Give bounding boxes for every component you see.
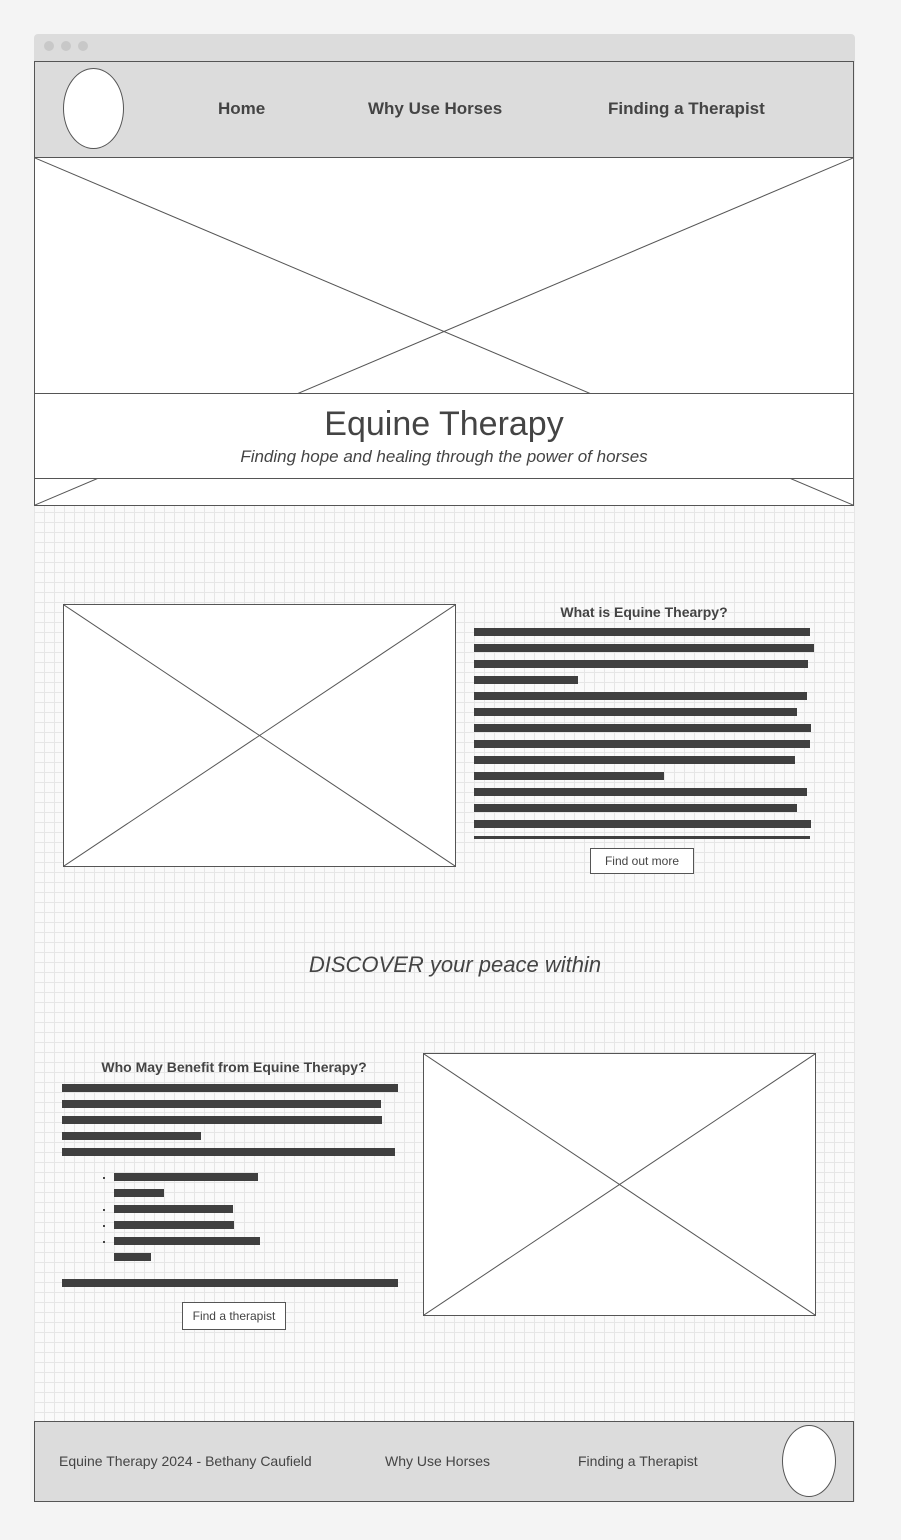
text-line	[62, 1132, 201, 1140]
bullet-icon	[103, 1209, 105, 1211]
text-line	[474, 644, 814, 652]
hero-subtitle: Finding hope and healing through the pow…	[240, 447, 648, 466]
find-out-more-button[interactable]: Find out more	[590, 848, 694, 874]
what-heading: What is Equine Thearpy?	[560, 604, 728, 620]
text-line	[474, 660, 808, 668]
nav-why-use-horses[interactable]: Why Use Horses	[368, 99, 502, 119]
benefit-heading: Who May Benefit from Equine Therapy?	[101, 1059, 367, 1075]
footer-copyright: Equine Therapy 2024 - Bethany Caufield	[59, 1453, 312, 1469]
minimize-dot[interactable]	[61, 41, 71, 51]
text-line	[62, 1279, 398, 1287]
benefit-image-placeholder	[423, 1053, 816, 1316]
text-line	[62, 1148, 395, 1156]
nav-home[interactable]: Home	[218, 99, 265, 119]
bullet-icon	[103, 1241, 105, 1243]
text-line	[474, 692, 807, 700]
text-line	[62, 1116, 382, 1124]
text-line	[62, 1100, 381, 1108]
text-line	[474, 788, 807, 796]
text-line	[474, 836, 810, 839]
text-line	[474, 628, 810, 636]
list-item-line	[114, 1189, 164, 1197]
bullet-icon	[103, 1177, 105, 1179]
list-item-line	[114, 1173, 258, 1181]
tagline: DISCOVER your peace within	[308, 952, 602, 977]
find-a-therapist-button[interactable]: Find a therapist	[182, 1302, 286, 1330]
list-item-line	[114, 1221, 234, 1229]
text-line	[474, 724, 811, 732]
text-line	[474, 820, 811, 828]
text-line	[474, 708, 797, 716]
bullet-icon	[103, 1225, 105, 1227]
image-placeholder-icon	[64, 605, 455, 866]
list-item-line	[114, 1237, 260, 1245]
close-dot[interactable]	[44, 41, 54, 51]
maximize-dot[interactable]	[78, 41, 88, 51]
list-item-line	[114, 1253, 151, 1261]
footer-link-why-use-horses[interactable]: Why Use Horses	[385, 1453, 490, 1469]
footer-logo-icon[interactable]	[782, 1425, 836, 1497]
text-line	[474, 676, 578, 684]
text-line	[474, 772, 664, 780]
nav-finding-a-therapist[interactable]: Finding a Therapist	[608, 99, 765, 119]
logo-icon[interactable]	[63, 68, 124, 149]
footer-link-finding-a-therapist[interactable]: Finding a Therapist	[578, 1453, 698, 1469]
list-item-line	[114, 1205, 233, 1213]
text-line	[62, 1084, 398, 1092]
image-placeholder-icon	[424, 1054, 815, 1315]
text-line	[474, 756, 795, 764]
hero-title: Equine Therapy	[324, 405, 564, 443]
text-line	[474, 804, 797, 812]
what-image-placeholder	[63, 604, 456, 867]
text-line	[474, 740, 810, 748]
browser-titlebar	[34, 34, 855, 62]
